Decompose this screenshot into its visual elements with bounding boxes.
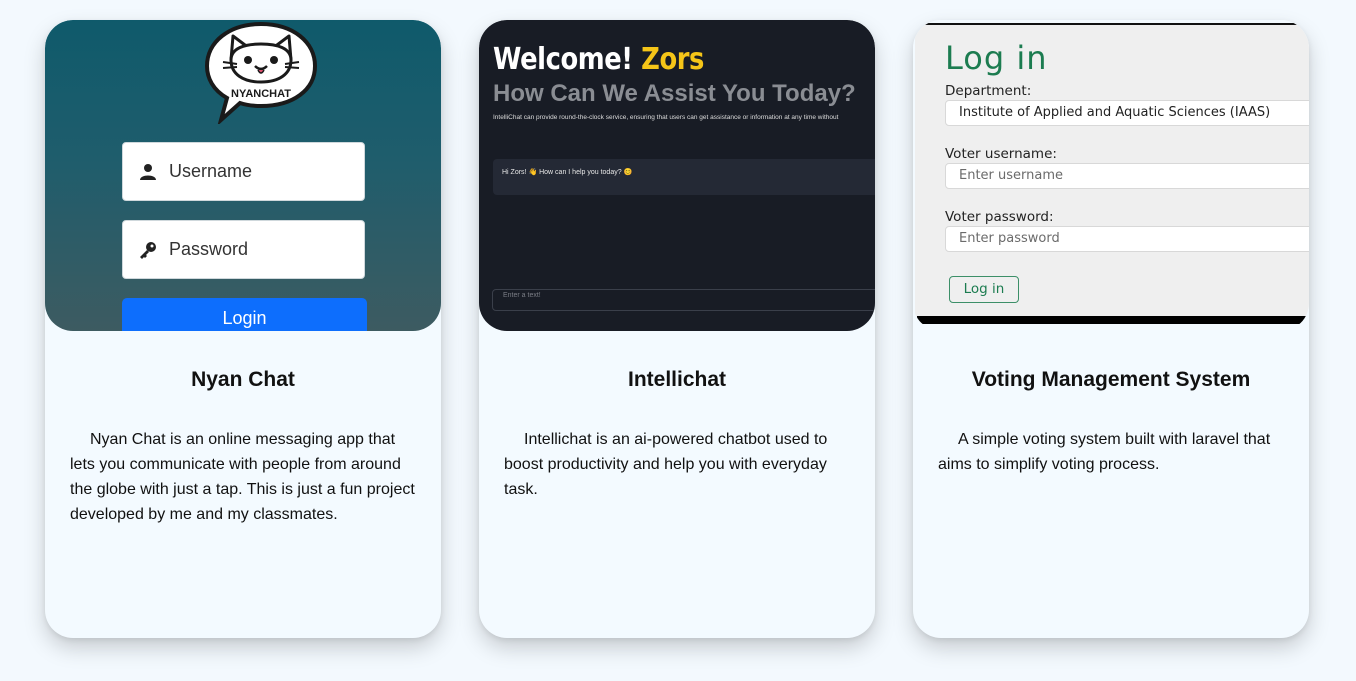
welcome-heading: Welcome! Zors [493, 42, 704, 77]
project-title: Voting Management System [971, 368, 1251, 391]
password-input[interactable]: Password [122, 220, 365, 279]
projects-grid: NYANCHAT Username Password Login Nyan Ch… [0, 0, 1356, 681]
department-select[interactable]: Institute of Applied and Aquatic Science… [945, 100, 1309, 126]
window-bottom-bar [917, 316, 1309, 324]
assist-subtitle: How Can We Assist You Today? [493, 80, 856, 107]
project-card-nyan-chat[interactable]: NYANCHAT Username Password Login Nyan Ch… [45, 20, 441, 638]
project-description: Nyan Chat is an online messaging app tha… [70, 431, 415, 523]
welcome-username: Zors [641, 42, 704, 77]
bot-message: Hi Zors! 👋 How can I help you today? 😊 [493, 159, 875, 195]
voter-login-button[interactable]: Log in [949, 276, 1019, 303]
voter-password-label: Voter password: [945, 209, 1054, 225]
welcome-text: Welcome! [493, 42, 633, 77]
project-description: Intellichat is an ai-powered chatbot use… [504, 431, 828, 498]
project-title: Nyan Chat [191, 368, 295, 391]
project-preview-nyan-chat: NYANCHAT Username Password Login [45, 20, 441, 331]
nyanchat-logo-text: NYANCHAT [231, 88, 291, 100]
project-title: Intellichat [627, 368, 727, 391]
username-input[interactable]: Username [122, 142, 365, 201]
voter-password-input[interactable]: Enter password [945, 226, 1309, 252]
department-label: Department: [945, 83, 1032, 99]
password-placeholder: Password [169, 239, 249, 259]
nyanchat-logo-icon: NYANCHAT [204, 21, 318, 124]
voter-username-input[interactable]: Enter username [945, 163, 1309, 189]
key-icon [137, 239, 159, 261]
username-placeholder: Username [169, 161, 253, 181]
login-button[interactable]: Login [122, 298, 367, 331]
voter-username-label: Voter username: [945, 146, 1057, 162]
project-preview-intellichat: Welcome! Zors How Can We Assist You Toda… [479, 20, 875, 331]
project-description: A simple voting system built with larave… [938, 431, 1271, 473]
preview-frame: Log in Department: Institute of Applied … [913, 20, 1309, 331]
chat-input[interactable]: Enter a text! [492, 289, 875, 311]
login-window: Log in Department: Institute of Applied … [915, 23, 1309, 318]
project-preview-voting-system: Log in Department: Institute of Applied … [913, 20, 1309, 331]
user-icon [137, 161, 159, 183]
info-text: IntelliChat can provide round-the-clock … [493, 114, 839, 121]
login-heading: Log in [945, 39, 1048, 77]
project-card-voting-system[interactable]: Log in Department: Institute of Applied … [913, 20, 1309, 638]
project-card-intellichat[interactable]: Welcome! Zors How Can We Assist You Toda… [479, 20, 875, 638]
